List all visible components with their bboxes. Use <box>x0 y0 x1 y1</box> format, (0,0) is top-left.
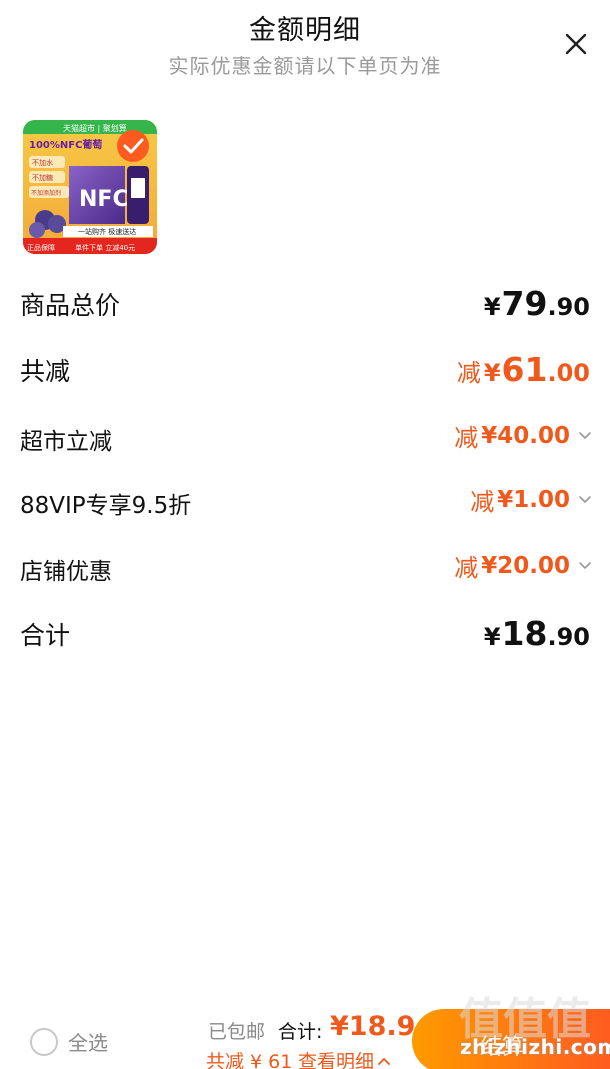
detail-sheet-header: 金额明细 实际优惠金额请以下单页为准 <box>0 0 610 90</box>
total-price-value: ¥79.90 <box>483 284 590 323</box>
row-total-price: 商品总价 ¥79.90 <box>0 280 610 330</box>
watermark-text: zhizhizhi.com <box>460 1035 610 1059</box>
chevron-down-icon[interactable] <box>578 429 592 443</box>
total-discount-label: 共减 <box>20 357 71 386</box>
select-all-radio[interactable] <box>30 1027 58 1056</box>
free-shipping-label: 已包邮 <box>208 1021 266 1043</box>
select-all-label: 全选 <box>68 1031 108 1055</box>
thumb-tag-3: 不加添加剂 <box>31 189 61 197</box>
chevron-up-icon <box>378 1057 390 1065</box>
store-discount-value[interactable]: 减 ¥20.00 <box>454 548 592 583</box>
product-image: 天猫超市 | 聚划算 100%NFC葡萄 不加水 不加糖 不加添加剂 NFC 一… <box>23 120 157 254</box>
chevron-down-icon[interactable] <box>578 493 592 507</box>
thumb-strip: 一站购齐 极速送达 <box>78 227 136 236</box>
vip-discount-value[interactable]: 减 ¥1.00 <box>470 482 592 517</box>
row-store-discount[interactable]: 店铺优惠 减 ¥20.00 <box>0 544 610 594</box>
view-detail-label: 查看明细 <box>298 1051 375 1069</box>
total-price-label: 商品总价 <box>20 291 121 320</box>
close-icon[interactable] <box>562 30 590 58</box>
product-thumbnail[interactable]: 天猫超市 | 聚划算 100%NFC葡萄 不加水 不加糖 不加添加剂 NFC 一… <box>23 120 157 254</box>
thumb-bottom-left: 正品保障 <box>27 243 55 252</box>
row-total-discount: 共减 减 ¥61.00 <box>0 346 610 396</box>
row-vip-discount[interactable]: 88VIP专享9.5折 减 ¥1.00 <box>0 478 610 528</box>
thumb-banner-text: 天猫超市 | 聚划算 <box>63 123 127 133</box>
view-detail-link[interactable]: 查看明细 <box>298 1047 390 1069</box>
footer-total-label: 合计: <box>278 1021 323 1043</box>
sheet-title: 金额明细 <box>249 15 361 46</box>
supermarket-discount-value[interactable]: 减 ¥40.00 <box>454 418 592 453</box>
thumb-bottom-right: 单件下单 立减40元 <box>75 243 135 252</box>
footer-total-amount: ¥18.9 <box>330 1011 416 1042</box>
thumb-tag-1: 不加水 <box>32 158 53 167</box>
footer-saved-amount: 共减 ¥ 61 <box>206 1051 293 1069</box>
row-sum: 合计 ¥18.90 <box>0 610 610 660</box>
thumb-tag-2: 不加糖 <box>32 173 53 182</box>
thumb-headline: 100%NFC葡萄 <box>29 138 102 151</box>
store-discount-label: 店铺优惠 <box>20 559 112 585</box>
select-all-toggle[interactable]: 全选 <box>30 1027 108 1056</box>
chevron-down-icon[interactable] <box>578 559 592 573</box>
sheet-subtitle: 实际优惠金额请以下单页为准 <box>168 54 442 78</box>
sum-value: ¥18.90 <box>483 614 590 653</box>
vip-discount-label: 88VIP专享9.5折 <box>20 493 192 519</box>
total-discount-value: 减 ¥61.00 <box>456 350 590 389</box>
row-supermarket-discount[interactable]: 超市立减 减 ¥40.00 <box>0 414 610 464</box>
thumb-box-logo: NFC <box>79 187 129 212</box>
sum-label: 合计 <box>20 621 71 650</box>
supermarket-discount-label: 超市立减 <box>20 429 112 455</box>
